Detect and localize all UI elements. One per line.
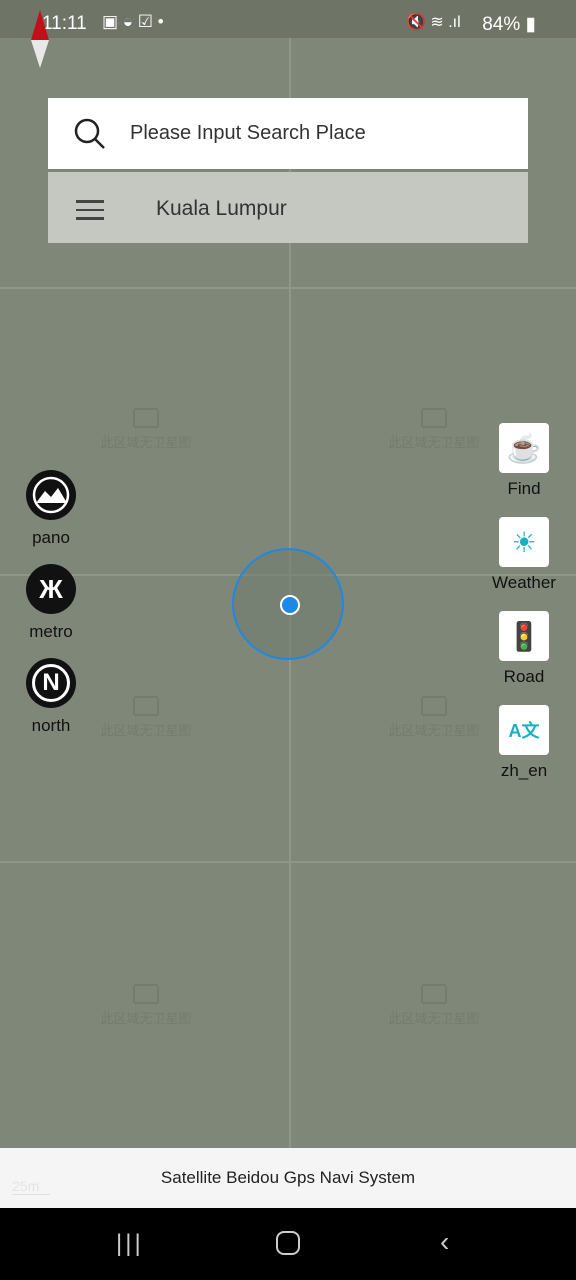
battery-level: 84% ▮ (482, 14, 536, 35)
no-imagery-watermark: 此区域无卫星图 (86, 696, 206, 739)
pano-label: pano (32, 528, 70, 547)
metro-icon: Ж (26, 564, 76, 614)
north-label: north (31, 716, 71, 735)
translate-icon: A文 (499, 705, 549, 755)
find-label: Find (507, 479, 541, 498)
status-bar: 11:11 ▣ ◒ ☑ • 🔇 ≋ .ıl 84% ▮ (0, 0, 576, 38)
search-icon (74, 118, 105, 149)
search-placeholder: Please Input Search Place (130, 122, 366, 144)
no-imagery-watermark: 此区域无卫星图 (374, 696, 494, 739)
traffic-light-icon: 🚦 (499, 611, 549, 661)
current-location-marker (232, 548, 344, 660)
footer-title: Satellite Beidou Gps Navi System (160, 1168, 416, 1187)
tile-grid-line (0, 287, 576, 289)
back-icon[interactable]: ‹ (440, 1226, 449, 1258)
city-bar[interactable]: Kuala Lumpur (48, 172, 528, 243)
notification-icons: ▣ ◒ ☑ • (102, 12, 164, 31)
app-footer: Satellite Beidou Gps Navi System (0, 1148, 576, 1208)
road-button[interactable]: 🚦 Road (484, 611, 564, 687)
search-input[interactable]: Please Input Search Place (48, 98, 528, 169)
compass-icon[interactable] (31, 10, 49, 68)
system-icons: 🔇 ≋ .ıl (406, 14, 461, 31)
tile-grid-line (0, 861, 576, 863)
metro-label: metro (29, 622, 73, 641)
city-name: Kuala Lumpur (156, 197, 287, 220)
sun-icon: ☀ (499, 517, 549, 567)
home-icon[interactable] (276, 1231, 300, 1255)
coffee-icon: ☕ (499, 423, 549, 473)
navigation-bar: ||| ‹ (0, 1208, 576, 1280)
menu-icon[interactable] (76, 200, 104, 226)
no-imagery-watermark: 此区域无卫星图 (374, 408, 494, 451)
find-button[interactable]: ☕ Find (484, 423, 564, 499)
no-imagery-watermark: 此区域无卫星图 (374, 984, 494, 1027)
recents-icon[interactable]: ||| (116, 1230, 144, 1258)
north-button[interactable]: N north (18, 658, 84, 736)
north-icon: N (26, 658, 76, 708)
pano-button[interactable]: pano (18, 470, 84, 548)
translate-button[interactable]: A文 zh_en (484, 705, 564, 781)
no-imagery-watermark: 此区域无卫星图 (86, 408, 206, 451)
map-scale: 25m (12, 1178, 50, 1195)
mountain-icon (26, 470, 76, 520)
weather-label: Weather (492, 573, 556, 592)
no-imagery-watermark: 此区域无卫星图 (86, 984, 206, 1027)
translate-label: zh_en (500, 761, 548, 780)
road-label: Road (503, 667, 545, 686)
metro-button[interactable]: Ж metro (18, 564, 84, 642)
weather-button[interactable]: ☀ Weather (484, 517, 564, 593)
